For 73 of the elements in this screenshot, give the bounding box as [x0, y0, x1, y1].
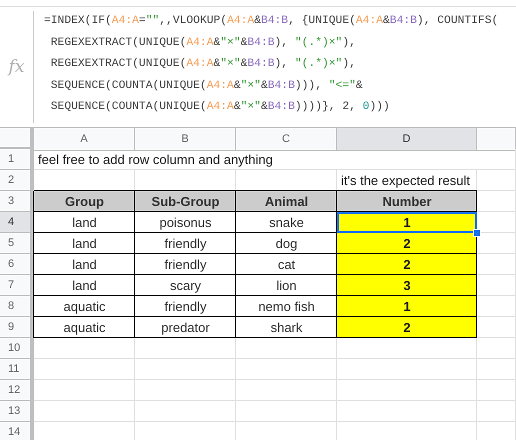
table-cell[interactable]: aquatic — [34, 296, 135, 317]
row-header[interactable]: 1 — [0, 149, 34, 170]
row-header[interactable]: 10 — [0, 338, 34, 359]
column-header[interactable]: A — [34, 128, 135, 151]
empty-cell[interactable] — [477, 338, 516, 359]
empty-cell[interactable] — [337, 380, 477, 401]
table-cell[interactable]: land — [34, 275, 135, 296]
table-cell[interactable]: scary — [135, 275, 236, 296]
empty-cell[interactable] — [477, 149, 516, 170]
column-header[interactable]: B — [135, 128, 236, 151]
row-header[interactable]: 2 — [0, 170, 34, 191]
table-cell[interactable]: snake — [236, 212, 337, 233]
empty-cell[interactable] — [477, 401, 516, 422]
table-cell[interactable]: nemo fish — [236, 296, 337, 317]
result-cell[interactable]: 2 — [337, 254, 477, 275]
empty-cell[interactable] — [236, 359, 337, 380]
table-cell[interactable]: shark — [236, 317, 337, 338]
empty-cell[interactable] — [135, 338, 236, 359]
empty-cell[interactable] — [236, 338, 337, 359]
column-heading-cell[interactable]: Animal — [236, 191, 337, 212]
formula-line[interactable]: =INDEX(IF(A4:A="",,VLOOKUP(A4:A&B4:B, {UNIQUE(A4:A&B4:B), COUNTIFS( — [44, 11, 498, 33]
fill-handle[interactable] — [473, 229, 481, 237]
column-header[interactable] — [477, 128, 516, 151]
row-header[interactable]: 14 — [0, 422, 34, 440]
table-cell[interactable]: cat — [236, 254, 337, 275]
table-cell[interactable]: friendly — [135, 254, 236, 275]
formula-line[interactable]: SEQUENCE(COUNTA(UNIQUE(A4:A&"×"&B4:B))), "<="& — [44, 76, 498, 98]
table-cell[interactable]: land — [34, 254, 135, 275]
empty-cell[interactable] — [337, 401, 477, 422]
empty-cell[interactable] — [236, 401, 337, 422]
column-heading-cell[interactable]: Number — [337, 191, 477, 212]
row-header[interactable]: 4 — [0, 212, 34, 233]
formula-line[interactable]: REGEXEXTRACT(UNIQUE(A4:A&"×"&B4:B), "(.*)×"), — [44, 32, 498, 54]
row-header[interactable]: 13 — [0, 401, 34, 422]
table-cell[interactable]: dog — [236, 233, 337, 254]
empty-cell[interactable] — [477, 380, 516, 401]
result-cell[interactable]: 2 — [337, 233, 477, 254]
column-heading-cell[interactable]: Sub-Group — [135, 191, 236, 212]
result-cell[interactable]: 3 — [337, 275, 477, 296]
row-header[interactable]: 12 — [0, 380, 34, 401]
empty-cell[interactable] — [135, 380, 236, 401]
row-header[interactable]: 8 — [0, 296, 34, 317]
table-cell[interactable]: aquatic — [34, 317, 135, 338]
empty-cell[interactable] — [477, 359, 516, 380]
result-cell[interactable]: 2 — [337, 317, 477, 338]
select-all-corner[interactable] — [0, 128, 34, 151]
column-header[interactable]: C — [236, 128, 337, 151]
table-cell[interactable]: friendly — [135, 233, 236, 254]
function-label: fx — [8, 57, 24, 77]
table-cell[interactable]: poisonus — [135, 212, 236, 233]
empty-cell[interactable] — [337, 359, 477, 380]
table-cell[interactable]: land — [34, 233, 135, 254]
note-text[interactable]: feel free to add row column and anything — [34, 149, 477, 170]
row-header[interactable]: 7 — [0, 275, 34, 296]
row-header[interactable]: 6 — [0, 254, 34, 275]
table-cell[interactable]: friendly — [135, 296, 236, 317]
row-header[interactable]: 9 — [0, 317, 34, 338]
table-cell[interactable]: lion — [236, 275, 337, 296]
table-cell[interactable]: land — [34, 212, 135, 233]
row-header[interactable]: 3 — [0, 191, 34, 212]
formula-line[interactable]: REGEXEXTRACT(UNIQUE(A4:A&"×"&B4:B), "(.*)×"), — [44, 54, 498, 76]
empty-cell[interactable] — [236, 380, 337, 401]
row-header[interactable]: 5 — [0, 233, 34, 254]
formula-line[interactable]: SEQUENCE(COUNTA(UNIQUE(A4:A&"×"&B4:B))))}, 2, 0))) — [44, 97, 498, 119]
empty-cell[interactable] — [337, 338, 477, 359]
column-header[interactable]: D — [337, 128, 477, 151]
empty-cell[interactable] — [477, 170, 516, 191]
result-cell[interactable]: 1 — [337, 296, 477, 317]
empty-cell[interactable] — [135, 359, 236, 380]
empty-cell[interactable] — [135, 401, 236, 422]
row-header[interactable]: 11 — [0, 359, 34, 380]
column-heading-cell[interactable]: Group — [34, 191, 135, 212]
table-cell[interactable]: predator — [135, 317, 236, 338]
